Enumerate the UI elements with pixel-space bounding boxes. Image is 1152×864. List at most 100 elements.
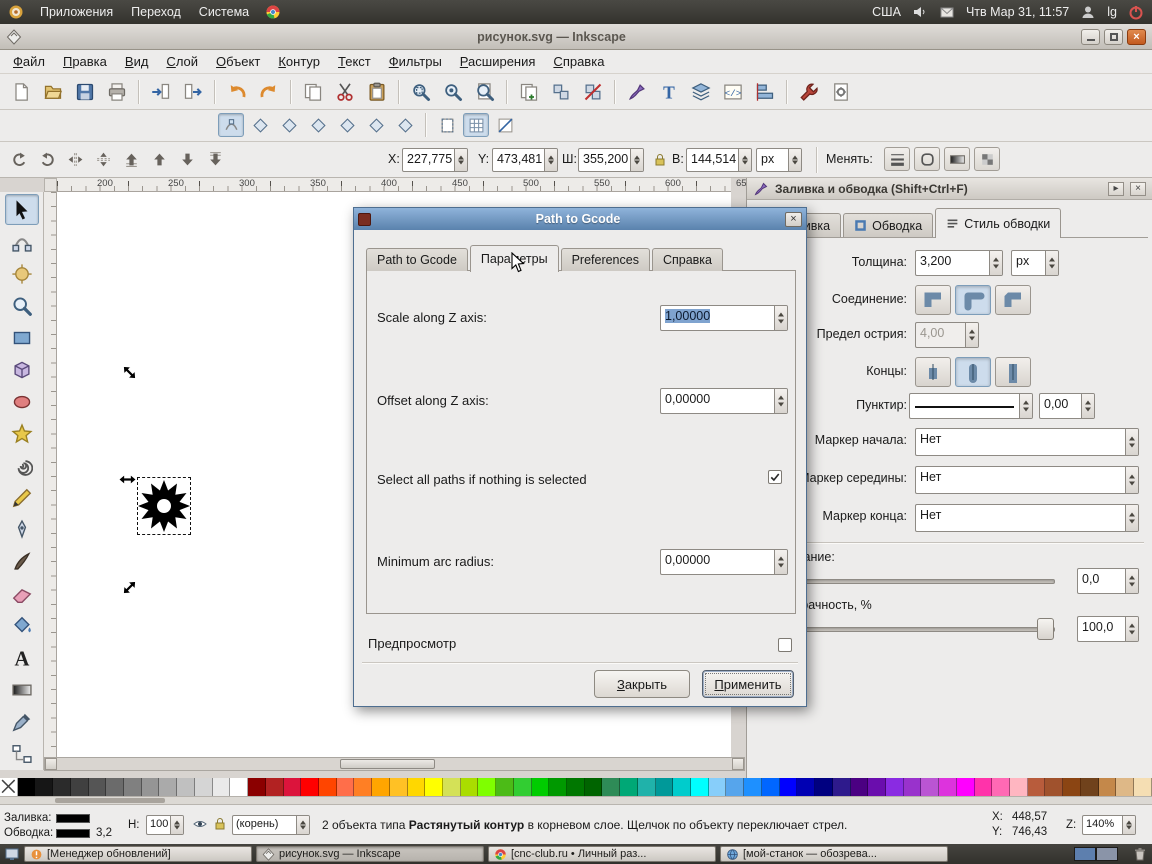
x-value[interactable]: 227,775 [403,149,454,171]
zoom-page-button[interactable] [470,78,500,106]
import-button[interactable] [146,78,176,106]
palette-swatch[interactable] [17,778,36,796]
spin-down[interactable] [631,160,643,171]
affect-corners-toggle[interactable] [914,147,940,171]
palette-swatch[interactable] [655,778,674,796]
dialog-titlebar[interactable]: Path to Gcode × [354,208,806,230]
tool-gradient-tool[interactable] [5,674,39,705]
palette-swatch[interactable] [1080,778,1099,796]
lower-button[interactable] [174,147,200,171]
snap-guides-toggle[interactable] [492,113,518,137]
spin-up[interactable] [990,251,1002,263]
gear-object[interactable] [137,477,191,535]
zoom-selection-button[interactable] [406,78,436,106]
palette-swatch[interactable] [744,778,762,796]
scroll-right-arrow[interactable] [732,758,744,770]
dock-titlebar[interactable]: Заливка и обводка (Shift+Ctrl+F) ▸ × [747,178,1152,200]
spin-up[interactable] [775,389,787,401]
spin-up[interactable] [455,149,467,160]
palette-swatch[interactable] [956,778,975,796]
dialog-tab[interactable]: Preferences [560,248,650,271]
fill-stroke-button[interactable] [622,78,652,106]
taskbar-window-button[interactable]: рисунок.svg — Inkscape [256,846,484,862]
zoom-value[interactable]: 140% [1083,816,1122,834]
palette-swatch[interactable] [549,778,567,796]
miter-limit-spinbox[interactable]: 4,00 [915,322,979,348]
palette-swatch[interactable] [602,778,621,796]
raise-to-top-button[interactable] [118,147,144,171]
spin-up[interactable] [739,149,751,160]
marker-end-combo[interactable]: Нет [915,504,1139,532]
new-document-button[interactable] [6,78,36,106]
blur-value[interactable]: 0,0 [1078,569,1125,593]
scale-z-value[interactable]: 1,00000 [665,309,711,323]
tool-star[interactable] [5,418,39,449]
dock-close-button[interactable]: × [1130,181,1146,196]
menubar-item[interactable]: Справка [544,51,613,72]
menubar-item[interactable]: Расширения [451,51,545,72]
workspace-1[interactable] [1074,847,1096,861]
menubar-item[interactable]: Файл [4,51,54,72]
snap-page-border-toggle[interactable] [434,113,460,137]
height-value[interactable]: 144,514 [687,149,738,171]
snap-grids-toggle[interactable] [463,113,489,137]
palette-swatch[interactable] [496,778,514,796]
x-spinbox[interactable]: 227,775 [402,148,468,172]
palette-scrollbar[interactable] [0,796,1152,804]
menubar-item[interactable]: Объект [207,51,269,72]
lock-ratio-icon[interactable] [652,152,668,168]
keyboard-layout-indicator[interactable]: США [872,5,901,19]
window-titlebar[interactable]: рисунок.svg — Inkscape × [0,24,1152,50]
palette-swatch[interactable] [283,778,302,796]
tool-paint-bucket[interactable] [5,610,39,641]
lower-to-bottom-button[interactable] [202,147,228,171]
palette-swatch[interactable] [1045,778,1064,796]
flip-vertical-button[interactable] [90,147,116,171]
tool-node-editor[interactable] [5,226,39,257]
palette-swatch[interactable] [389,778,408,796]
scroll-thumb[interactable] [340,759,435,769]
scale-z-spinbox[interactable]: 1,00000 [660,305,788,331]
palette-swatch[interactable] [212,778,231,796]
palette-swatch[interactable] [1009,778,1028,796]
layers-button[interactable] [686,78,716,106]
tool-bezier-pen[interactable] [5,514,39,545]
export-button[interactable] [178,78,208,106]
affect-patterns-toggle[interactable] [974,147,1000,171]
palette-swatch[interactable] [141,778,160,796]
palette-swatch[interactable] [992,778,1010,796]
dialog-tab[interactable]: Path to Gcode [366,248,468,271]
rotate-ccw-button[interactable] [6,147,32,171]
marker-start-combo[interactable]: Нет [915,428,1139,456]
y-spinbox[interactable]: 473,481 [492,148,558,172]
stroke-width-spinbox[interactable]: 3,200 [915,250,1003,276]
text-editor-button[interactable]: T [654,78,684,106]
document-properties-button[interactable] [826,78,856,106]
palette-swatch[interactable] [88,778,107,796]
slider-handle[interactable] [1037,618,1054,640]
height-spinbox[interactable]: 144,514 [686,148,752,172]
spin-down[interactable] [455,160,467,171]
create-clone-button[interactable] [546,78,576,106]
palette-swatch[interactable] [106,778,125,796]
dialog-tab[interactable]: Справка [651,248,724,271]
palette-swatch[interactable] [885,778,904,796]
cap-round-button[interactable] [955,357,991,387]
close-dialog-button[interactable]: Закрыть [594,670,690,698]
show-desktop-icon[interactable] [4,846,20,862]
palette-swatch[interactable] [407,778,426,796]
palette-swatch[interactable] [850,778,869,796]
selection-scale-handle-w[interactable] [119,471,136,488]
offset-z-value[interactable]: 0,00000 [661,389,774,413]
volume-icon[interactable] [912,4,928,20]
affect-stroke-width-toggle[interactable] [884,147,910,171]
palette-swatch[interactable] [354,778,373,796]
blur-spinbox[interactable]: 0,0 [1077,568,1139,594]
snap-line-midpoints-toggle[interactable] [363,113,389,137]
scroll-left-arrow[interactable] [45,758,57,770]
tool-zoom[interactable] [5,290,39,321]
tool-connector[interactable] [5,738,39,769]
palette-swatch[interactable] [248,778,266,796]
mail-icon[interactable] [939,4,955,20]
min-arc-radius-value[interactable]: 0,00000 [661,550,774,574]
